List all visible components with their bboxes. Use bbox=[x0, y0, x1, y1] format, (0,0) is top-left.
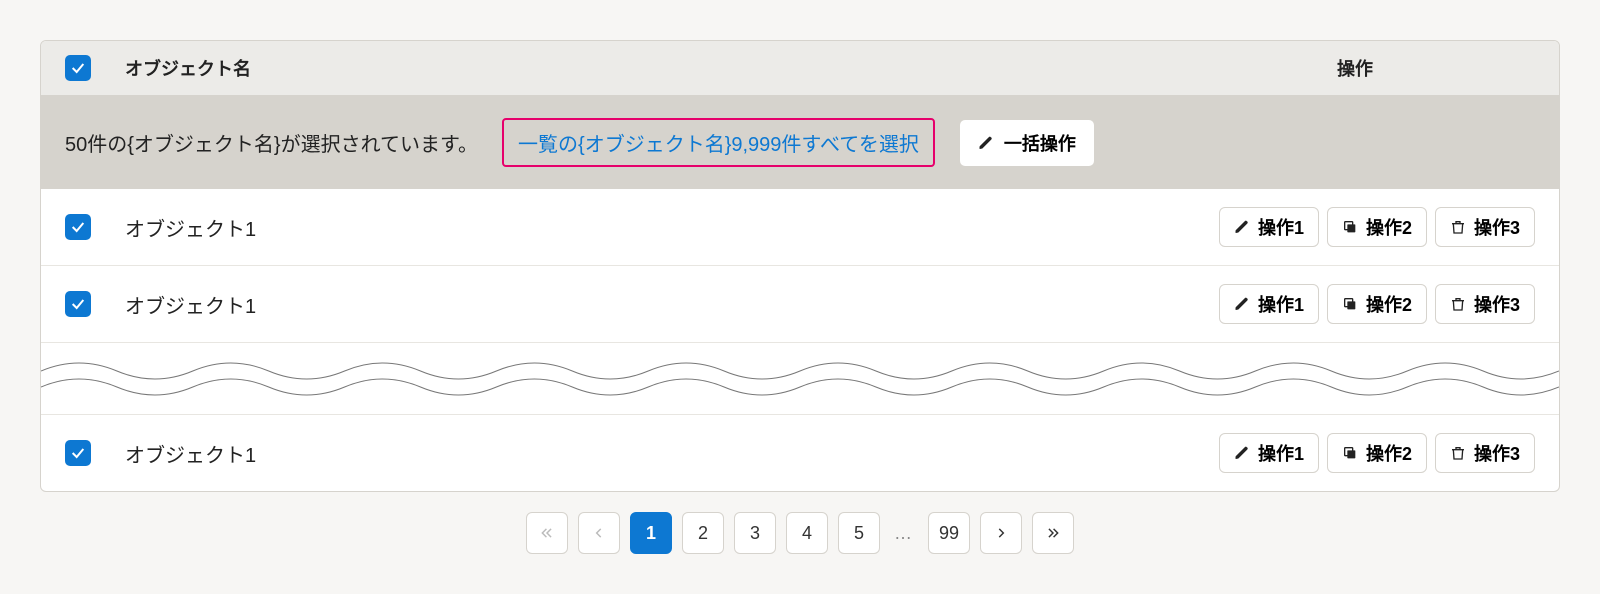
trash-icon bbox=[1450, 296, 1466, 312]
action-1-button[interactable]: 操作1 bbox=[1219, 284, 1319, 324]
row-checkbox[interactable] bbox=[65, 440, 91, 466]
wave-icon bbox=[41, 343, 1559, 415]
check-icon bbox=[70, 60, 86, 76]
row-checkbox[interactable] bbox=[65, 291, 91, 317]
table-header: オブジェクト名 操作 bbox=[41, 41, 1559, 96]
last-page-button[interactable] bbox=[1032, 512, 1074, 554]
pencil-icon bbox=[1234, 219, 1250, 235]
trash-icon bbox=[1450, 445, 1466, 461]
page-number-button[interactable]: 99 bbox=[928, 512, 970, 554]
check-icon bbox=[70, 219, 86, 235]
chevron-left-icon bbox=[592, 526, 606, 540]
chevron-double-right-icon bbox=[1046, 526, 1060, 540]
action-3-button[interactable]: 操作3 bbox=[1435, 433, 1535, 473]
check-icon bbox=[70, 296, 86, 312]
chevron-right-icon bbox=[994, 526, 1008, 540]
next-page-button[interactable] bbox=[980, 512, 1022, 554]
bulk-action-label: 一括操作 bbox=[1004, 130, 1076, 156]
check-icon bbox=[70, 445, 86, 461]
selection-status-text: 50件の{オブジェクト名}が選択されています。 bbox=[65, 128, 478, 157]
row-name: オブジェクト1 bbox=[125, 439, 1175, 468]
action-1-button[interactable]: 操作1 bbox=[1219, 433, 1319, 473]
pencil-icon bbox=[978, 135, 994, 151]
column-header-name: オブジェクト名 bbox=[125, 55, 1175, 81]
table-row: オブジェクト1 操作1 操作2 操作3 bbox=[41, 266, 1559, 343]
column-header-ops: 操作 bbox=[1175, 55, 1535, 81]
first-page-button[interactable] bbox=[526, 512, 568, 554]
row-name: オブジェクト1 bbox=[125, 290, 1175, 319]
action-3-button[interactable]: 操作3 bbox=[1435, 207, 1535, 247]
select-all-checkbox[interactable] bbox=[65, 55, 91, 81]
page-number-button[interactable]: 5 bbox=[838, 512, 880, 554]
table-row: オブジェクト1 操作1 操作2 操作3 bbox=[41, 189, 1559, 266]
copy-icon bbox=[1342, 219, 1358, 235]
action-2-button[interactable]: 操作2 bbox=[1327, 207, 1427, 247]
prev-page-button[interactable] bbox=[578, 512, 620, 554]
page-number-button[interactable]: 1 bbox=[630, 512, 672, 554]
row-name: オブジェクト1 bbox=[125, 213, 1175, 242]
bulk-action-button[interactable]: 一括操作 bbox=[959, 119, 1095, 167]
action-2-button[interactable]: 操作2 bbox=[1327, 433, 1427, 473]
data-table: オブジェクト名 操作 50件の{オブジェクト名}が選択されています。 一覧の{オ… bbox=[40, 40, 1560, 492]
selection-bar: 50件の{オブジェクト名}が選択されています。 一覧の{オブジェクト名}9,99… bbox=[41, 96, 1559, 189]
page-ellipsis: … bbox=[890, 523, 918, 544]
action-3-button[interactable]: 操作3 bbox=[1435, 284, 1535, 324]
table-row: オブジェクト1 操作1 操作2 操作3 bbox=[41, 415, 1559, 491]
copy-icon bbox=[1342, 296, 1358, 312]
select-all-in-list-button[interactable]: 一覧の{オブジェクト名}9,999件すべてを選択 bbox=[502, 118, 935, 167]
page-number-button[interactable]: 2 bbox=[682, 512, 724, 554]
chevron-double-left-icon bbox=[540, 526, 554, 540]
copy-icon bbox=[1342, 445, 1358, 461]
pencil-icon bbox=[1234, 445, 1250, 461]
page-number-button[interactable]: 3 bbox=[734, 512, 776, 554]
page-number-button[interactable]: 4 bbox=[786, 512, 828, 554]
trash-icon bbox=[1450, 219, 1466, 235]
row-checkbox[interactable] bbox=[65, 214, 91, 240]
pencil-icon bbox=[1234, 296, 1250, 312]
action-1-button[interactable]: 操作1 bbox=[1219, 207, 1319, 247]
action-2-button[interactable]: 操作2 bbox=[1327, 284, 1427, 324]
rows-truncated-indicator bbox=[41, 343, 1559, 415]
pagination: 1 2 3 4 5 … 99 bbox=[40, 492, 1560, 554]
